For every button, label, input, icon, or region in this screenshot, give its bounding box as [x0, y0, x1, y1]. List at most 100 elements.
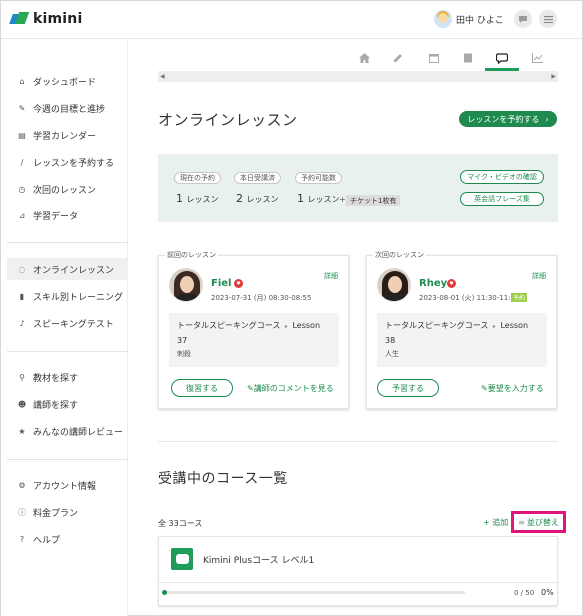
app-header: kimini 田中 ひよこ — [1, 1, 582, 39]
kimini-logo[interactable]: kimini — [9, 11, 82, 27]
review-button[interactable]: 復習する — [171, 379, 233, 397]
sidebar-divider — [7, 242, 128, 243]
teacher-avatar[interactable] — [169, 268, 203, 302]
lesson-topic: 人生 — [385, 350, 399, 358]
card-legend: 前回のレッスン — [165, 250, 218, 260]
course-card[interactable]: Kimini Plusコース レベル1 0 / 50 0% — [158, 536, 558, 606]
course-count: 全 33コース — [158, 519, 203, 528]
chat-bubble-icon — [519, 15, 527, 23]
add-course-link[interactable]: + 追加 — [483, 517, 508, 528]
lesson-course-info[interactable]: トータルスピーキングコース ▸ Lesson 37 刺殺 — [169, 313, 339, 367]
sidebar-item-account[interactable]: ⚙ アカウント情報 — [7, 474, 128, 496]
reserved-badge: 予約 — [511, 293, 528, 302]
tab-scrollbar[interactable]: ◀ ▶ — [158, 71, 558, 82]
scroll-left-arrow-icon[interactable]: ◀ — [160, 73, 165, 80]
alarm-clock-icon: ◷ — [18, 184, 26, 194]
sidebar-item-dashboard[interactable]: ⌂ ダッシュボード — [7, 70, 128, 92]
sidebar-item-skill-training[interactable]: ▮ スキル別トレーニング — [7, 285, 128, 307]
chevron-right-icon: › — [545, 114, 549, 124]
course-chat-icon — [171, 548, 193, 570]
progress-percent: 0% — [541, 588, 554, 597]
teacher-name[interactable]: Rhey — [419, 278, 447, 289]
people-icon: ☻ — [17, 399, 27, 409]
star-icon: ★ — [18, 426, 26, 436]
lesson-topic: 刺殺 — [177, 350, 191, 358]
sidebar-item-label: 学習カレンダー — [33, 131, 97, 142]
phrase-collection-button[interactable]: 英会話フレーズ集 — [460, 192, 544, 206]
sidebar-item-label: ダッシュボード — [33, 77, 97, 88]
sidebar-item-find-materials[interactable]: ⚲ 教材を探す — [7, 366, 128, 388]
calendar-icon: ▤ — [18, 130, 26, 140]
sidebar-divider — [7, 459, 128, 460]
favorite-heart-icon[interactable]: ♥ — [447, 279, 456, 288]
tab-training[interactable] — [452, 45, 484, 71]
lesson-datetime: 2023-07-31 (月) 08:30-08:55 — [211, 294, 312, 302]
sidebar-item-label: 次回のレッスン — [33, 185, 97, 196]
reserve-lesson-button[interactable]: レッスンを予約する › — [459, 111, 557, 127]
lesson-course-info[interactable]: トータルスピーキングコース ▸ Lesson 38 人生 — [377, 313, 547, 367]
sidebar-item-label: アカウント情報 — [33, 481, 97, 492]
prepare-button[interactable]: 予習する — [377, 379, 439, 397]
mic-video-check-button[interactable]: マイク・ビデオの確認 — [460, 170, 544, 184]
tab-goals[interactable] — [382, 45, 414, 71]
request-input-link[interactable]: ✎要望を入力する — [481, 383, 544, 394]
page-title: オンラインレッスン — [158, 111, 298, 129]
reserve-lesson-label: レッスンを予約する — [467, 114, 540, 124]
progress-count: 0 / 50 — [514, 589, 535, 597]
ticket-badge: チケット1枚有 — [346, 195, 401, 206]
logo-mark-icon — [9, 12, 30, 26]
courses-section-title: 受講中のコース一覧 — [158, 471, 288, 487]
tab-home[interactable] — [348, 45, 380, 71]
sidebar-item-learning-data[interactable]: ⊿ 学習データ — [7, 204, 128, 226]
chat-button[interactable] — [514, 10, 532, 28]
calendar-icon — [429, 54, 439, 63]
course-path: トータルスピーキングコース ▸ Lesson 38 — [385, 321, 529, 345]
teacher-avatar[interactable] — [377, 268, 411, 302]
menu-button[interactable] — [539, 10, 557, 28]
sidebar-item-label: 教材を探す — [33, 373, 79, 384]
home-icon: ⌂ — [19, 76, 25, 86]
plus-sign: + — [339, 195, 346, 204]
teacher-name[interactable]: Fiel — [211, 278, 231, 289]
settings-icon: ⚙ — [18, 480, 26, 490]
sidebar-item-label: スピーキングテスト — [33, 319, 114, 330]
user-menu[interactable]: 田中 ひよこ — [434, 10, 504, 28]
book-icon: ▮ — [19, 291, 25, 301]
hamburger-icon — [543, 15, 553, 23]
pencil-icon: ✎ — [18, 103, 26, 113]
lesson-datetime: 2023-08-01 (火) 11:30-11:55 — [419, 294, 520, 302]
home-icon — [358, 53, 370, 63]
favorite-heart-icon[interactable]: ♥ — [234, 279, 243, 288]
detail-link[interactable]: 詳細 — [324, 271, 338, 281]
lesson-stats-panel: 現在の予約 本日受講済 予約可能数 1 レッスン 2 レッスン 1 レッスン +… — [158, 154, 558, 222]
sidebar-item-weekly-goals[interactable]: ✎ 今週の目標と進捗 — [7, 97, 128, 119]
sidebar-item-label: スキル別トレーニング — [33, 292, 124, 303]
next-lesson-card: 次回のレッスン Rhey ♥ 詳細 2023-08-01 (火) 11:30-1… — [366, 250, 557, 409]
list-icon: ≡ — [518, 517, 525, 527]
current-reservations-value: 1 レッスン — [176, 192, 219, 205]
sidebar-item-teacher-reviews[interactable]: ★ みんなの講師レビュー — [7, 420, 128, 442]
sidebar: ⌂ ダッシュボード ✎ 今週の目標と進捗 ▤ 学習カレンダー ∕ レッスンを予約する ◷… — [1, 40, 128, 616]
sidebar-item-help[interactable]: ? ヘルプ — [7, 528, 128, 550]
progress-indicator — [162, 590, 167, 595]
sidebar-item-speaking-test[interactable]: ♪ スピーキングテスト — [7, 312, 128, 334]
tab-data[interactable] — [521, 45, 553, 71]
available-count-label: 予約可能数 — [295, 172, 342, 184]
sidebar-item-label: 料金プラン — [33, 508, 79, 519]
sidebar-item-reserve[interactable]: ∕ レッスンを予約する — [7, 151, 128, 173]
course-path: トータルスピーキングコース ▸ Lesson 37 — [177, 321, 321, 345]
tab-calendar[interactable] — [418, 45, 450, 71]
available-count-value: 1 レッスン — [297, 192, 340, 205]
chart-icon — [531, 53, 543, 63]
sort-label: 並び替え — [526, 517, 559, 527]
detail-link[interactable]: 詳細 — [532, 271, 546, 281]
teacher-comment-link[interactable]: ✎講師のコメントを見る — [247, 383, 334, 394]
info-icon: ⓘ — [18, 507, 26, 517]
sidebar-item-next-lesson[interactable]: ◷ 次回のレッスン — [7, 178, 128, 200]
sidebar-item-online-lesson[interactable]: ◌ オンラインレッスン — [7, 258, 128, 280]
scroll-right-arrow-icon[interactable]: ▶ — [551, 73, 556, 80]
sidebar-item-calendar[interactable]: ▤ 学習カレンダー — [7, 124, 128, 146]
sidebar-item-pricing[interactable]: ⓘ 料金プラン — [7, 501, 128, 523]
sidebar-item-find-teachers[interactable]: ☻ 講師を探す — [7, 393, 128, 415]
sort-button[interactable]: ≡ 並び替え — [511, 511, 566, 533]
